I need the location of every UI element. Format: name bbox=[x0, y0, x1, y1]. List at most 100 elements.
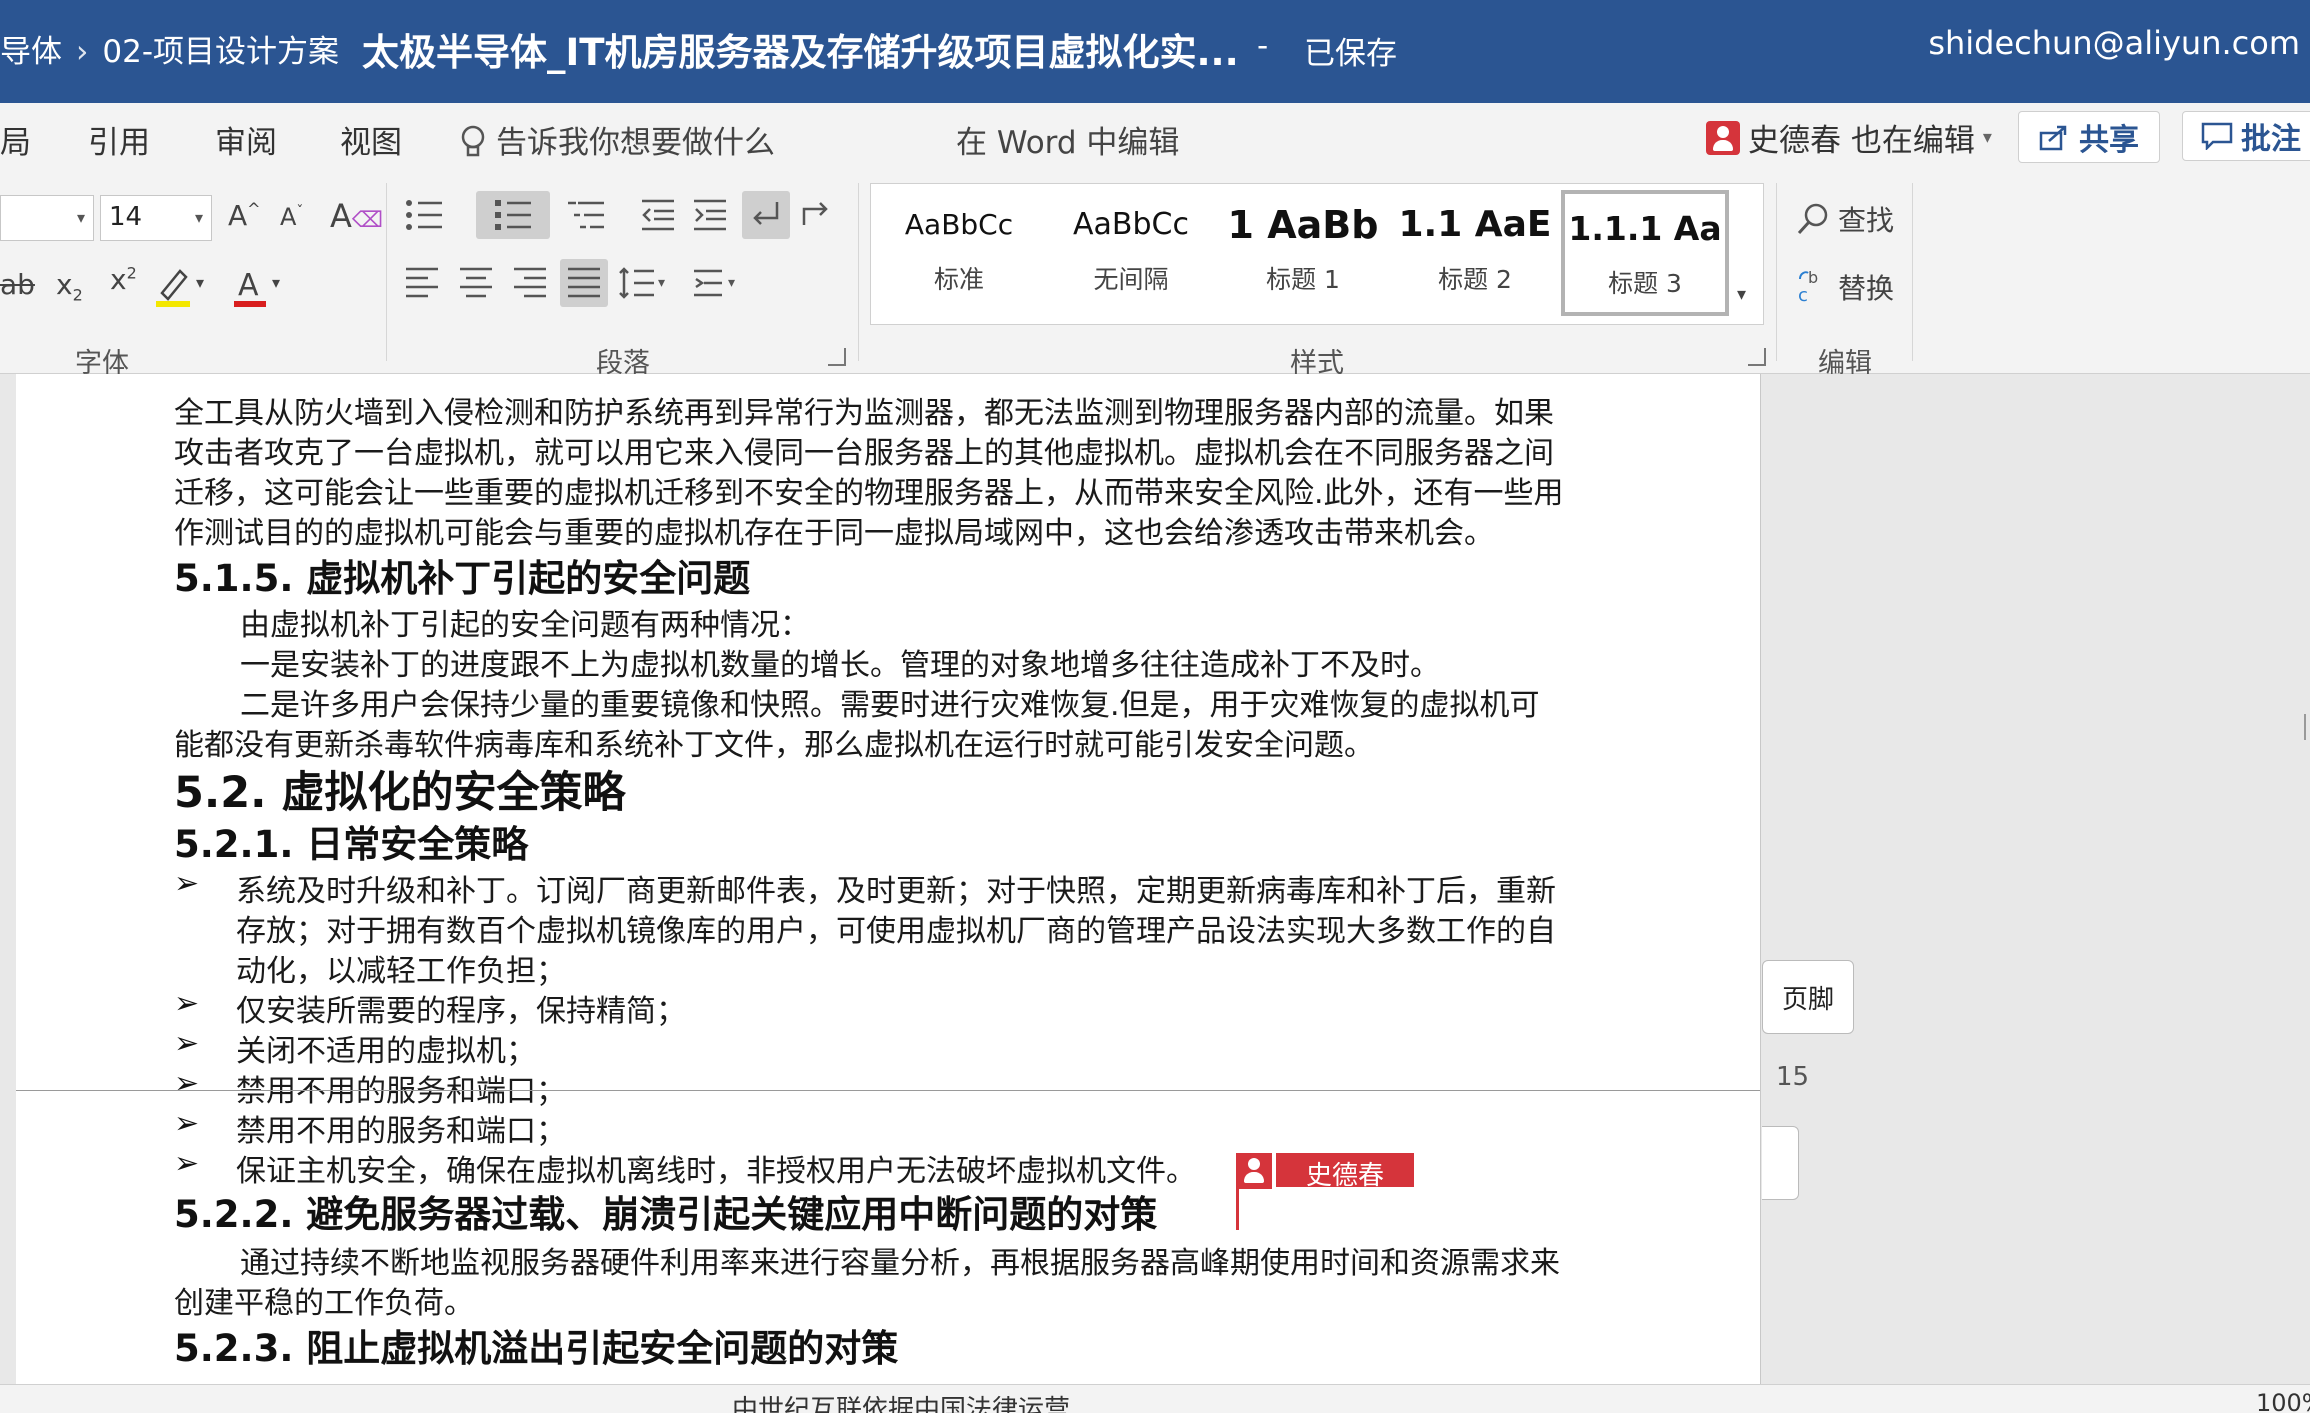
line-spacing-icon[interactable]: ▾ bbox=[618, 265, 668, 308]
replace-icon: bc bbox=[1798, 269, 1818, 305]
comment-button[interactable]: 批注 bbox=[2182, 111, 2310, 161]
list-item: 仅安装所需要的程序，保持精简； bbox=[236, 994, 686, 1029]
page-number: 15 bbox=[1776, 1062, 1810, 1092]
bullet-icon: ➢ bbox=[174, 1146, 200, 1181]
svg-text:b: b bbox=[1808, 269, 1818, 287]
styles-dialog-launcher-icon[interactable] bbox=[1748, 348, 1766, 366]
clear-format-icon[interactable]: A⌫ bbox=[330, 197, 383, 235]
list-item: 系统及时升级和补丁。订阅厂商更新邮件表，及时更新；对于快照，定期更新病毒库和补丁… bbox=[236, 874, 1556, 909]
svg-text:A: A bbox=[238, 268, 259, 303]
share-icon bbox=[2039, 125, 2067, 151]
paragraph-dialog-launcher-icon[interactable] bbox=[828, 348, 846, 366]
bullet-icon: ➢ bbox=[174, 986, 200, 1021]
share-label: 共享 bbox=[2079, 123, 2139, 158]
comment-icon bbox=[2201, 122, 2233, 150]
page-side-tab[interactable] bbox=[1762, 1126, 1799, 1200]
chevron-down-icon[interactable]: ▾ bbox=[272, 273, 280, 292]
align-right-icon[interactable] bbox=[512, 265, 548, 308]
style-normal[interactable]: AaBbCc 标准 bbox=[877, 190, 1041, 316]
bullet-list-icon[interactable] bbox=[404, 195, 444, 242]
shrink-font-icon[interactable]: Aˇ bbox=[280, 203, 303, 231]
style-heading-2[interactable]: 1.1 AaE 标题 2 bbox=[1393, 190, 1557, 316]
lightbulb-icon bbox=[461, 125, 485, 157]
chevron-down-icon: ▾ bbox=[194, 208, 203, 227]
chevron-right-icon: › bbox=[76, 34, 89, 70]
multilevel-list-icon[interactable] bbox=[566, 195, 606, 242]
coeditor-indicator[interactable]: 史德春 也在编辑 ▾ bbox=[1706, 115, 1992, 160]
document-page[interactable]: 全工具从防火墙到入侵检测和防护系统再到异常行为监测器，都无法监测到物理服务器内部… bbox=[16, 374, 1761, 1384]
ribbon: ▾ 14 ▾ A^ Aˇ A⌫ ab x2 x2 ▾ A ▾ 字体 ▾ ▾ 段落… bbox=[0, 173, 2310, 379]
justify-icon[interactable] bbox=[560, 259, 608, 307]
bullet-icon: ➢ bbox=[174, 1066, 200, 1101]
style-heading-1[interactable]: 1 AaBb 标题 1 bbox=[1221, 190, 1385, 316]
tab-review[interactable]: 审阅 bbox=[215, 117, 277, 162]
paragraph-spacing-icon[interactable]: ▾ bbox=[692, 265, 742, 308]
replace-label: 替换 bbox=[1838, 272, 1895, 305]
bullet-icon: ➢ bbox=[174, 1026, 200, 1061]
user-account[interactable]: shidechun@aliyun.com bbox=[1928, 24, 2300, 62]
avatar bbox=[1236, 1153, 1272, 1189]
body-line: 作测试目的的虚拟机可能会与重要的虚拟机存在于同一虚拟局域网中，这也会给渗透攻击带… bbox=[174, 516, 1494, 551]
breadcrumb-folder[interactable]: 02-项目设计方案 bbox=[102, 34, 339, 70]
svg-text:▾: ▾ bbox=[728, 275, 735, 291]
page-break bbox=[16, 1090, 1760, 1091]
zoom-level[interactable]: 100% bbox=[2256, 1389, 2310, 1413]
styles-more-icon[interactable]: ▾ bbox=[1737, 284, 1746, 305]
list-item: 禁用不用的服务和端口； bbox=[236, 1114, 566, 1149]
font-size-combo[interactable]: 14 ▾ bbox=[100, 195, 212, 241]
strikethrough-icon[interactable]: ab bbox=[0, 268, 35, 301]
group-divider bbox=[1776, 183, 1777, 361]
ltr-direction-icon[interactable] bbox=[742, 191, 790, 239]
breadcrumb-root[interactable]: 导体 bbox=[0, 34, 62, 70]
superscript-icon[interactable]: x2 bbox=[110, 263, 137, 296]
style-no-spacing[interactable]: AaBbCc 无间隔 bbox=[1049, 190, 1213, 316]
numbered-list-icon[interactable] bbox=[476, 191, 550, 239]
style-heading-3[interactable]: 1.1.1 Aa 标题 3 bbox=[1561, 190, 1729, 316]
grow-font-icon[interactable]: A^ bbox=[228, 199, 261, 232]
body-line: 一是安装补丁的进度跟不上为虚拟机数量的增长。管理的对象地增多往往造成补丁不及时。 bbox=[240, 648, 1440, 683]
rtl-direction-icon[interactable] bbox=[798, 197, 832, 238]
find-button[interactable]: 查找 bbox=[1796, 199, 1894, 239]
operator-notice: 中世纪互联依据中国法律运营 bbox=[732, 1395, 1071, 1413]
comment-label: 批注 bbox=[2241, 122, 2301, 157]
list-item: 关闭不适用的虚拟机； bbox=[236, 1034, 536, 1069]
group-divider bbox=[1912, 183, 1913, 361]
list-item: 存放；对于拥有数百个虚拟机镜像库的用户，可使用虚拟机厂商的管理产品设法实现大多数… bbox=[236, 914, 1556, 949]
edit-in-word-button[interactable]: 在 Word 中编辑 bbox=[956, 117, 1179, 162]
coauthor-name: 史德春 bbox=[1276, 1153, 1415, 1191]
body-line: 迁移，这可能会让一些重要的虚拟机迁移到不安全的物理服务器上，从而带来安全风险.此… bbox=[174, 476, 1564, 511]
font-name-combo[interactable]: ▾ bbox=[0, 195, 94, 241]
chevron-down-icon[interactable]: ▾ bbox=[196, 273, 204, 292]
align-left-icon[interactable] bbox=[404, 265, 440, 308]
list-item: 禁用不用的服务和端口； bbox=[236, 1074, 566, 1109]
font-color-icon[interactable]: A bbox=[232, 265, 268, 316]
tab-layout[interactable]: 局 bbox=[0, 117, 31, 162]
chevron-right-icon[interactable] bbox=[2294, 714, 2306, 740]
tell-me-search[interactable]: 告诉我你想要做什么 bbox=[460, 117, 775, 162]
align-center-icon[interactable] bbox=[458, 265, 494, 308]
tab-references[interactable]: 引用 bbox=[88, 117, 150, 162]
group-divider bbox=[386, 183, 387, 361]
styles-gallery: AaBbCc 标准 AaBbCc 无间隔 1 AaBb 标题 1 1.1 AaE… bbox=[870, 183, 1764, 325]
highlight-icon[interactable] bbox=[154, 265, 194, 316]
status-bar: 中世纪互联依据中国法律运营 100% bbox=[0, 1384, 2310, 1413]
share-button[interactable]: 共享 bbox=[2018, 111, 2160, 163]
footer-button[interactable]: 页脚 bbox=[1762, 960, 1854, 1034]
bullet-icon: ➢ bbox=[174, 866, 200, 901]
increase-indent-icon[interactable] bbox=[692, 195, 728, 242]
breadcrumb: 导体 › 02-项目设计方案 bbox=[0, 26, 339, 71]
document-title[interactable]: 太极半导体_IT机房服务器及存储升级项目虚拟化实... bbox=[362, 22, 1239, 76]
body-line: 通过持续不断地监视服务器硬件利用率来进行容量分析，再根据服务器高峰期使用时间和资… bbox=[240, 1246, 1560, 1281]
chevron-down-icon: ▾ bbox=[1982, 127, 1992, 148]
group-divider bbox=[858, 183, 859, 361]
replace-button[interactable]: bc 替换 bbox=[1796, 267, 1894, 307]
decrease-indent-icon[interactable] bbox=[640, 195, 676, 242]
tab-view[interactable]: 视图 bbox=[340, 117, 402, 162]
body-line: 二是许多用户会保持少量的重要镜像和快照。需要时进行灾难恢复.但是，用于灾难恢复的… bbox=[240, 688, 1540, 723]
subscript-icon[interactable]: x2 bbox=[56, 268, 83, 305]
font-size-value: 14 bbox=[109, 202, 143, 232]
save-status: 已保存 bbox=[1304, 36, 1397, 72]
body-line: 全工具从防火墙到入侵检测和防护系统再到异常行为监测器，都无法监测到物理服务器内部… bbox=[174, 396, 1554, 431]
svg-text:▾: ▾ bbox=[658, 275, 665, 291]
body-line: 创建平稳的工作负荷。 bbox=[174, 1286, 474, 1321]
